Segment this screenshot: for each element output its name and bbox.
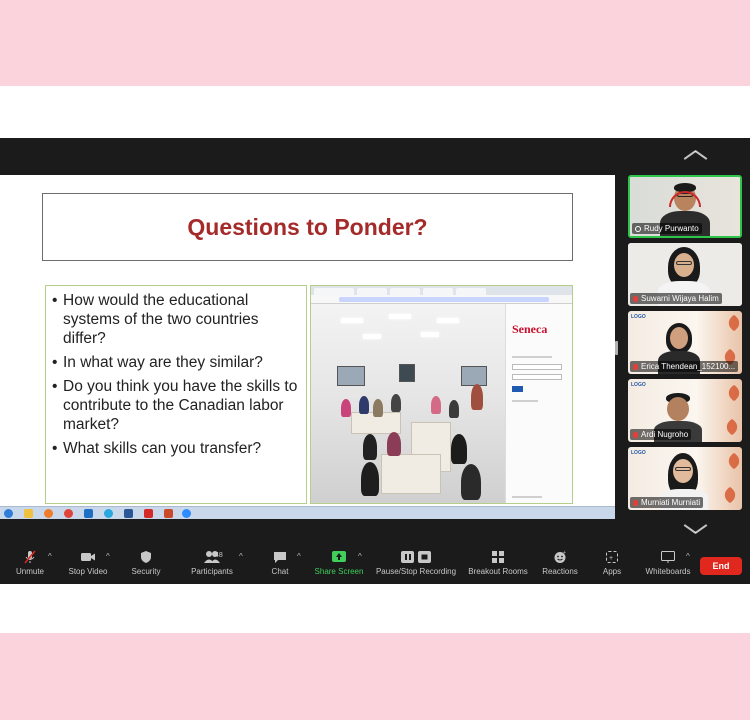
bullet-item: • In what way are they similar? — [52, 354, 263, 371]
participant-name: Erica Thendean_152100... — [630, 361, 739, 372]
zoom-app-icon — [182, 509, 191, 518]
whiteboards-options-caret-icon[interactable]: ^ — [686, 552, 690, 561]
bullet-item: • How would the educational systems of th… — [52, 292, 259, 347]
video-tile-suwarni[interactable]: Suwarni Wijaya Halim — [628, 243, 742, 306]
acrobat-icon — [144, 509, 153, 518]
breakout-rooms-button[interactable]: Breakout Rooms — [464, 550, 532, 576]
start-icon — [4, 509, 13, 518]
seneca-logo: Seneca — [512, 322, 548, 336]
participant-name: Ardi Nugroho — [630, 429, 692, 440]
participant-name: Suwarni Wijaya Halim — [630, 293, 722, 304]
svg-text:+: + — [563, 550, 566, 556]
browser-tabs — [311, 286, 572, 295]
video-tile-rudy[interactable]: Rudy Purwanto — [628, 175, 742, 238]
meeting-toolbar: Unmute ^ Stop Video ^ Security 48 Partic… — [0, 546, 750, 584]
video-tile-ardi[interactable]: LOGO Ardi Nugroho — [628, 379, 742, 442]
classroom-photo — [311, 304, 505, 503]
share-options-caret-icon[interactable]: ^ — [358, 552, 362, 561]
video-options-caret-icon[interactable]: ^ — [106, 552, 110, 561]
svg-text:+: + — [609, 555, 613, 562]
chat-button[interactable]: Chat — [246, 550, 314, 576]
shared-screen: Questions to Ponder? • How would the educ… — [0, 175, 615, 519]
explorer-icon — [24, 509, 33, 518]
chrome-icon — [64, 509, 73, 518]
slide-title-box: Questions to Ponder? — [42, 193, 573, 261]
virtual-background-logo-icon: LOGO — [631, 314, 646, 320]
video-camera-icon — [81, 553, 95, 561]
chat-bubble-icon — [274, 552, 286, 563]
whiteboards-button[interactable]: Whiteboards — [634, 550, 702, 576]
end-meeting-button[interactable]: End — [700, 557, 742, 575]
bottom-pink-band — [0, 633, 750, 720]
bullet-item: • Do you think you have the skills to con… — [52, 378, 298, 433]
muted-mic-icon — [24, 550, 36, 564]
participant-name: Murniati Murniati — [630, 497, 704, 508]
powerpoint-icon — [164, 509, 173, 518]
seneca-login-panel: Seneca — [505, 304, 572, 503]
outlook-icon — [84, 509, 93, 518]
share-screen-icon — [332, 551, 346, 562]
apps-icon: + — [606, 551, 618, 563]
virtual-background-logo-icon: LOGO — [631, 382, 646, 388]
slide-bullet-list: • How would the educational systems of th… — [45, 285, 307, 504]
pause-stop-recording-button[interactable]: Pause/Stop Recording — [374, 550, 458, 576]
windows-taskbar — [0, 506, 615, 519]
breakout-rooms-icon — [492, 551, 504, 563]
top-pink-band — [0, 0, 750, 86]
participants-button[interactable]: 48 Participants — [178, 550, 246, 576]
slide-classroom-screenshot: Seneca — [310, 285, 573, 504]
bullet-item: • What skills can you transfer? — [52, 440, 262, 457]
zoom-meeting-window: Questions to Ponder? • How would the educ… — [0, 138, 750, 584]
video-tile-erica[interactable]: LOGO Erica Thendean_152100... — [628, 311, 742, 374]
chat-options-caret-icon[interactable]: ^ — [297, 552, 301, 561]
video-tile-murniati[interactable]: LOGO Murniati Murniati — [628, 447, 742, 510]
audio-options-caret-icon[interactable]: ^ — [48, 552, 52, 561]
slide-title: Questions to Ponder? — [187, 213, 428, 240]
security-button[interactable]: Security — [112, 550, 180, 576]
pause-stop-icon — [401, 551, 431, 563]
shield-icon — [141, 551, 151, 563]
browser-address-bar — [311, 295, 572, 304]
panel-resize-handle[interactable] — [615, 341, 618, 355]
skype-icon — [104, 509, 113, 518]
word-icon — [124, 509, 133, 518]
whiteboard-icon — [661, 551, 675, 563]
participant-name: Rudy Purwanto — [632, 223, 702, 234]
share-screen-button[interactable]: Share Screen — [305, 550, 373, 576]
virtual-background-logo-icon: LOGO — [631, 450, 646, 456]
media-icon — [44, 509, 53, 518]
smiley-plus-icon: + — [554, 550, 566, 563]
participants-count: 48 — [215, 552, 223, 559]
participants-options-caret-icon[interactable]: ^ — [239, 552, 243, 561]
